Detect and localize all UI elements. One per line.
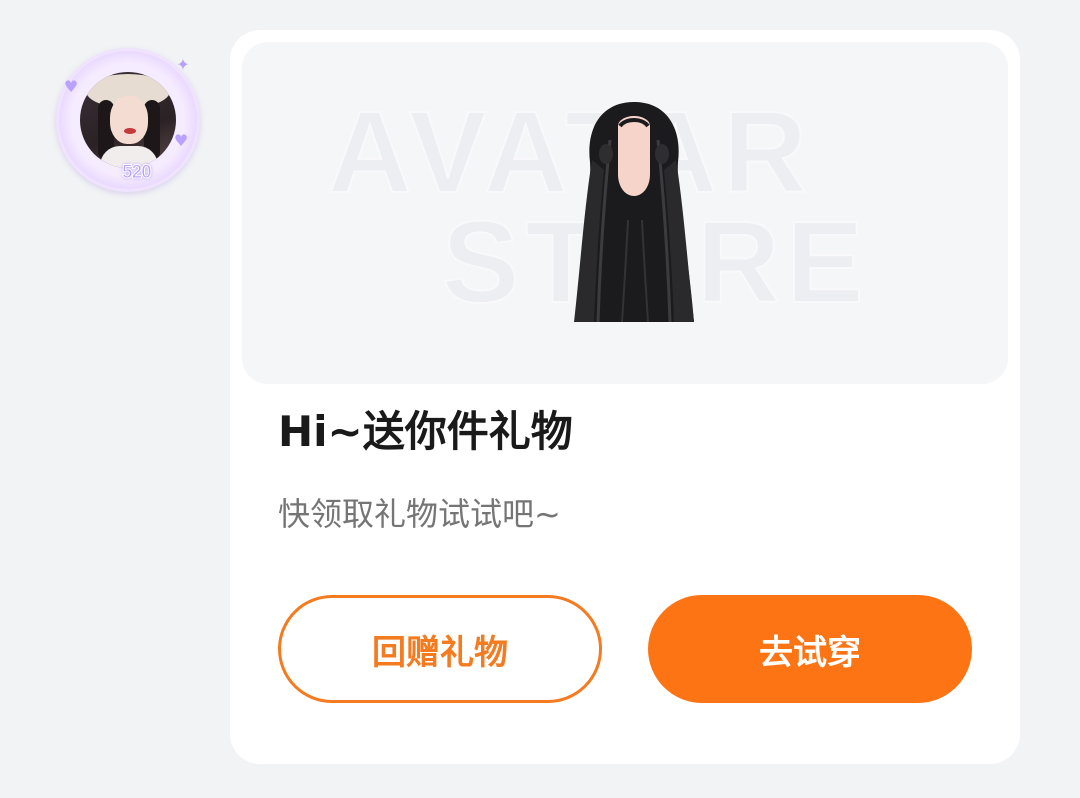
return-gift-button[interactable]: 回赠礼物 [278, 595, 602, 703]
avatar-photo [80, 72, 176, 168]
gift-card: AVATAR STORE [230, 30, 1020, 764]
gift-title: Hi~送你件礼物 [278, 407, 573, 456]
heart-icon: ♥ [173, 131, 189, 150]
gift-subtitle: 快领取礼物试试吧~ [278, 495, 561, 533]
heart-icon: ♥ [63, 77, 79, 96]
avatar-badge: 520 [122, 162, 153, 184]
try-on-button[interactable]: 去试穿 [648, 595, 972, 703]
gift-banner: AVATAR STORE [242, 42, 1008, 384]
long-black-hair-wig-icon [570, 100, 698, 322]
sparkle-icon: ✦ [176, 55, 190, 74]
sender-avatar[interactable]: ♥ ✦ ♥ 520 [56, 48, 200, 192]
